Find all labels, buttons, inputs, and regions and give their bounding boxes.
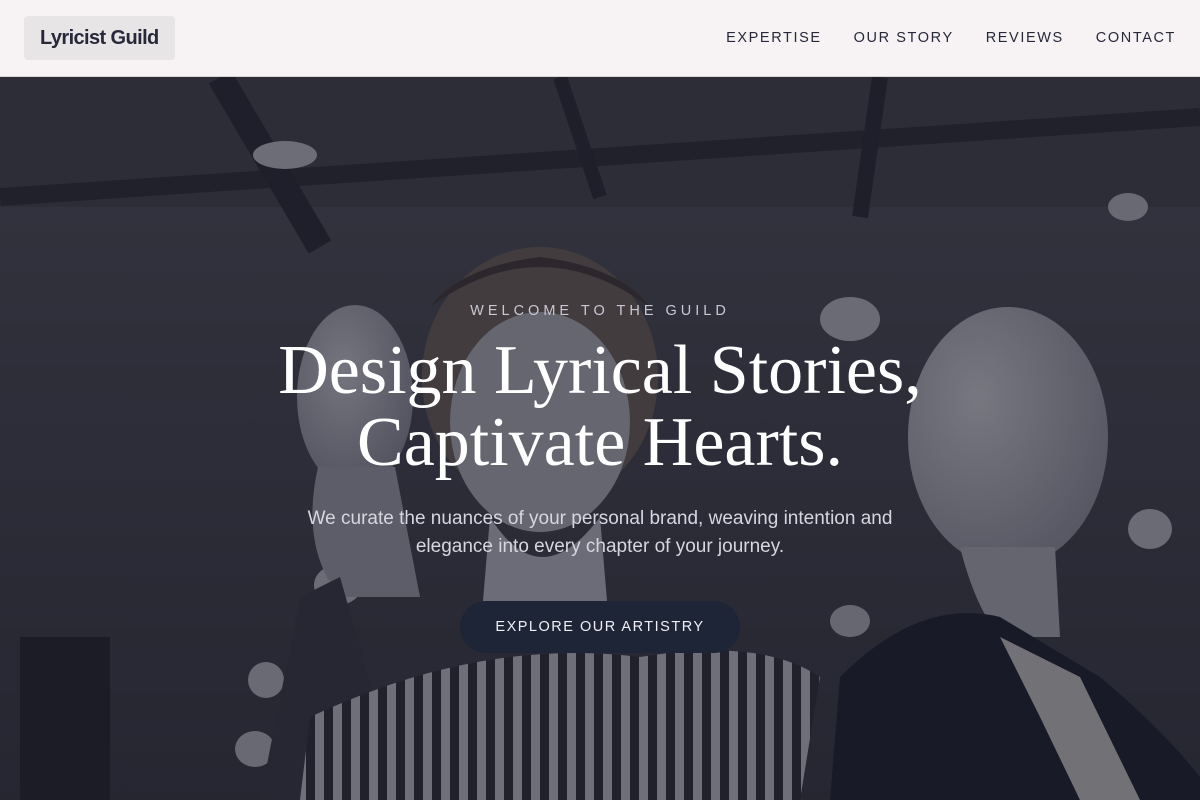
hero-section: WELCOME TO THE GUILD Design Lyrical Stor… xyxy=(0,77,1200,800)
site-header: Lyricist Guild EXPERTISE OUR STORY REVIE… xyxy=(0,0,1200,77)
hero-content: WELCOME TO THE GUILD Design Lyrical Stor… xyxy=(0,77,1200,800)
explore-artistry-button[interactable]: EXPLORE OUR ARTISTRY xyxy=(460,601,740,653)
brand-logo[interactable]: Lyricist Guild xyxy=(24,16,175,60)
main-nav: EXPERTISE OUR STORY REVIEWS CONTACT xyxy=(726,0,1176,76)
hero-headline: Design Lyrical Stories, Captivate Hearts… xyxy=(278,332,922,481)
nav-link-contact[interactable]: CONTACT xyxy=(1096,30,1176,46)
hero-eyebrow: WELCOME TO THE GUILD xyxy=(470,303,730,319)
hero-subtitle: We curate the nuances of your personal b… xyxy=(307,508,893,557)
nav-link-reviews[interactable]: REVIEWS xyxy=(986,30,1064,46)
nav-link-expertise[interactable]: EXPERTISE xyxy=(726,30,822,46)
nav-link-our-story[interactable]: OUR STORY xyxy=(854,30,954,46)
